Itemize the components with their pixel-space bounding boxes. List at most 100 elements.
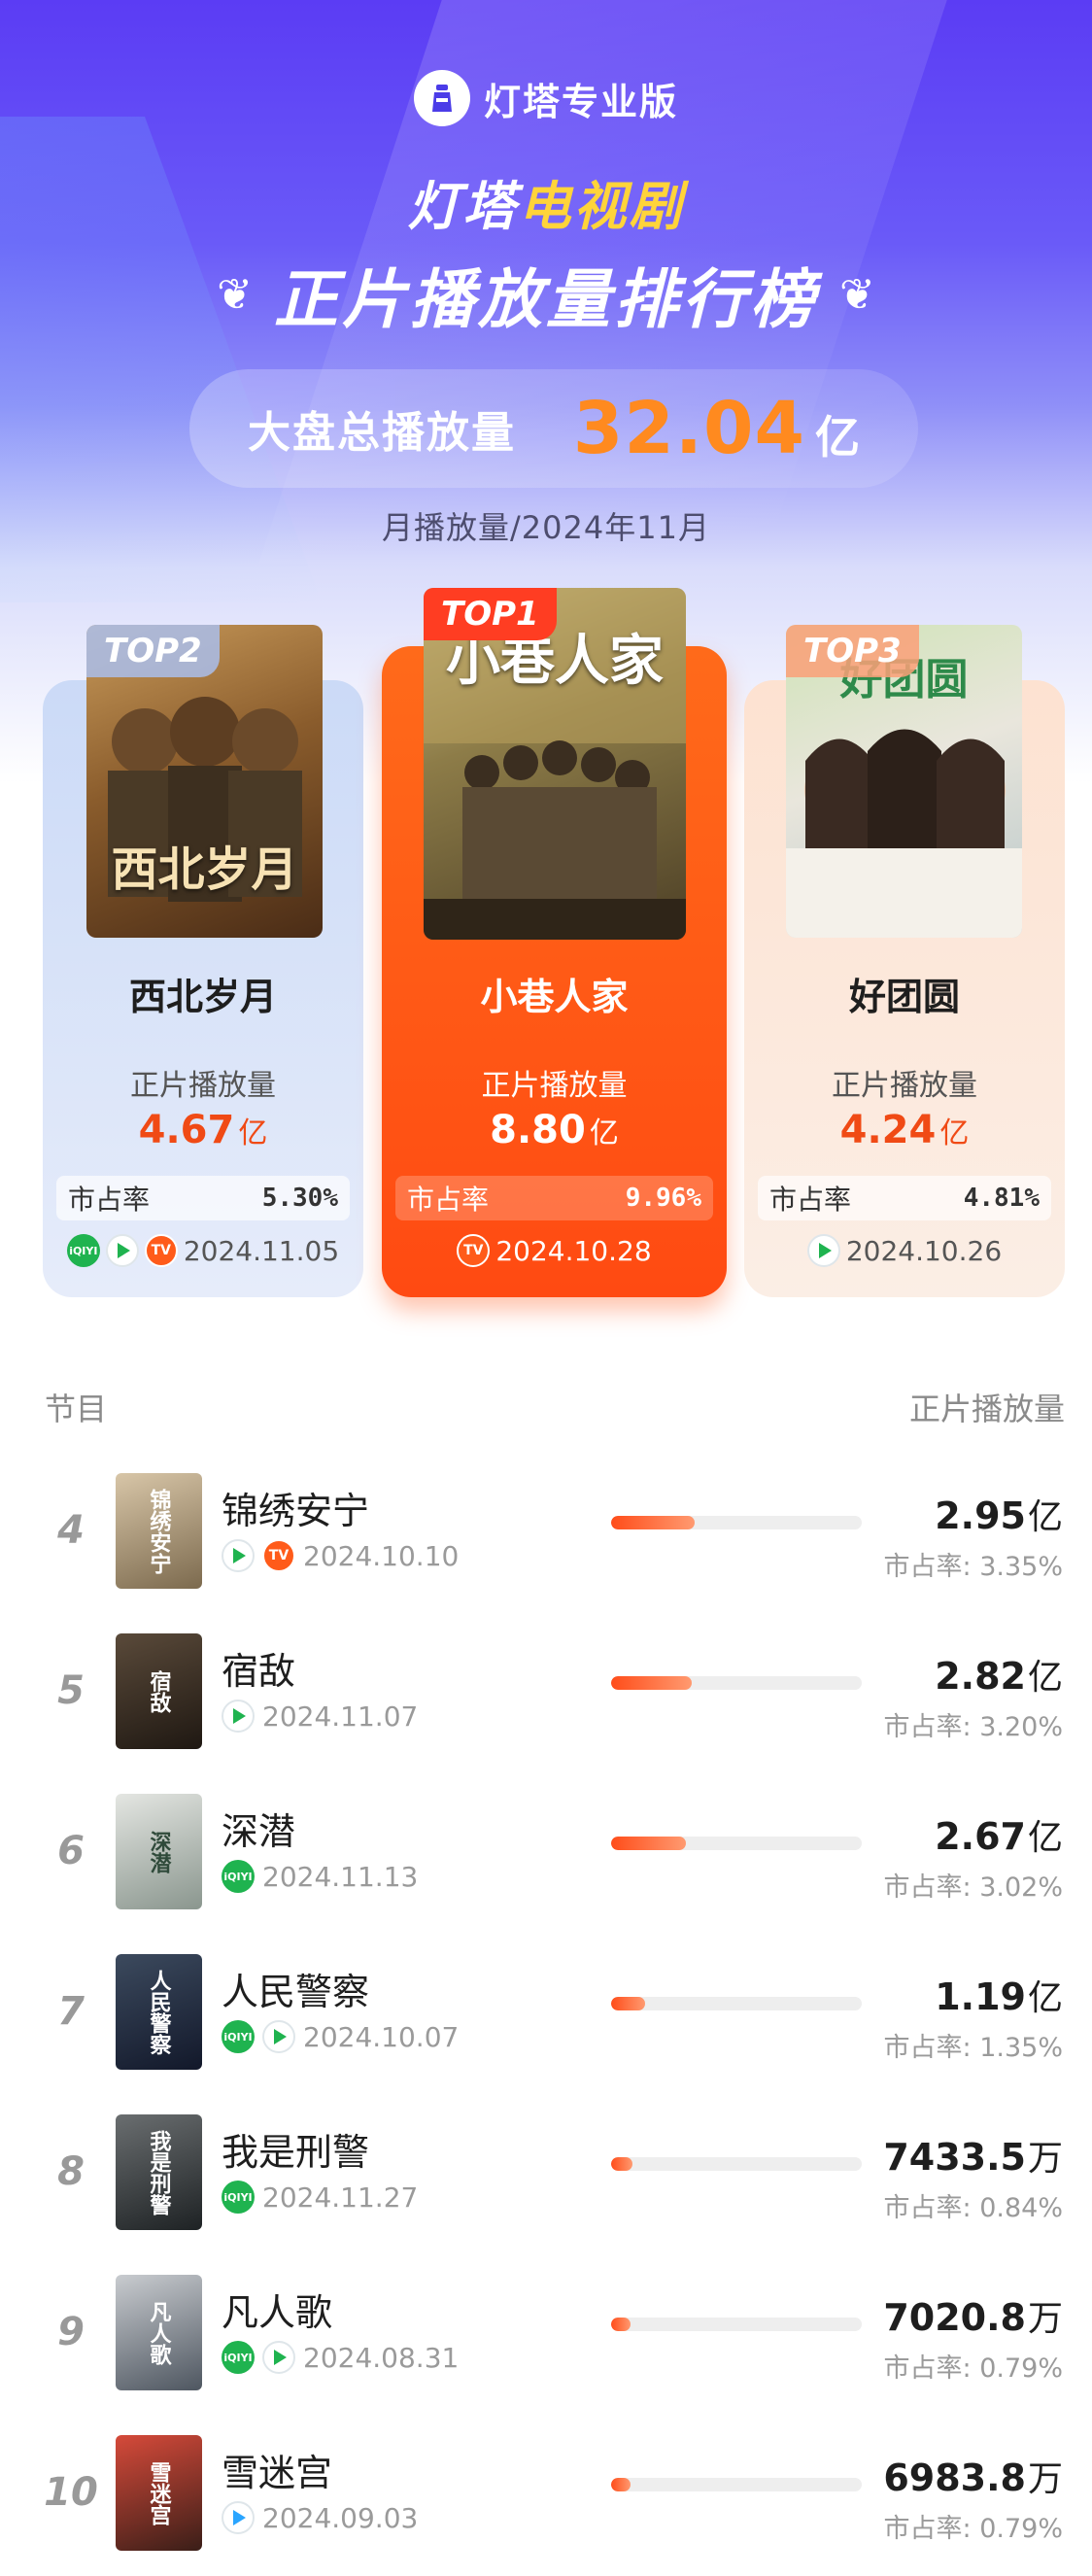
laurel-right-icon: ❦	[839, 269, 875, 320]
platform-date-row: iQIYI 2024.08.31	[222, 2341, 459, 2374]
ranking-list: 4 锦绣安宁 锦绣安宁 TV 2024.10.10 2.95 亿 市占率: 3.3…	[0, 1460, 1092, 2576]
page-title-line1: 灯塔电视剧	[0, 163, 1092, 240]
market-share-row: 市占率 5.30%	[56, 1176, 350, 1220]
share-bar-fill	[611, 1997, 645, 2010]
platform-date-row: iQIYI 2024.11.13	[222, 1860, 418, 1893]
play-value: 2.82 亿	[935, 1649, 1063, 1700]
rank-badge: TOP2	[86, 625, 220, 677]
rank-number: 9	[57, 2310, 85, 2354]
platform-date-row: iQIYI 2024.10.07	[222, 2020, 459, 2053]
release-date: 2024.11.13	[262, 1860, 419, 1893]
mgtv-icon: TV	[457, 1234, 491, 1267]
poster-thumbnail: 雪迷宫	[116, 2435, 202, 2551]
brand-name: 灯塔专业版	[483, 80, 678, 123]
release-date: 2024.10.10	[303, 1539, 460, 1572]
period-subtitle: 月播放量/2024年11月	[382, 509, 710, 546]
share-bar	[611, 1516, 862, 1529]
iqiyi-icon: iQIYI	[222, 2020, 255, 2053]
play-unit: 亿	[1027, 1658, 1063, 1698]
platform-date-row: 2024.11.07	[222, 1700, 418, 1733]
platform-date-row: TV 2024.10.28	[382, 1234, 727, 1267]
poster-title: 西北岁月	[111, 842, 298, 897]
release-date: 2024.08.31	[303, 2341, 460, 2374]
tencent-video-icon	[262, 2020, 295, 2053]
thumb-title: 锦绣安宁	[146, 1488, 172, 1574]
mgtv-icon: TV	[144, 1234, 178, 1267]
play-unit: 万	[1027, 2299, 1063, 2339]
play-unit: 万	[1027, 2139, 1063, 2179]
list-row[interactable]: 6 深潜 深潜 iQIYI 2024.11.13 2.67 亿 市占率: 3.02…	[0, 1780, 1092, 1941]
tencent-video-icon	[222, 1700, 255, 1733]
release-date: 2024.11.05	[183, 1234, 340, 1267]
show-name: 好团圆	[848, 976, 960, 1018]
rank-number: 10	[44, 2470, 98, 2515]
list-row[interactable]: 5 宿敌 宿敌 2024.11.07 2.82 亿 市占率: 3.20%	[0, 1620, 1092, 1780]
top-card-3[interactable]: 好团圆 TOP3 好团圆 正片播放量 4.24 亿 市占率 4.81% 2024…	[744, 625, 1065, 1297]
play-value: 4.24 亿	[744, 1108, 1065, 1152]
play-number: 8.80	[490, 1108, 586, 1152]
play-unit: 亿	[1027, 1978, 1063, 2018]
show-name: 雪迷宫	[222, 2452, 333, 2494]
brand: 灯塔专业版	[0, 70, 1092, 126]
show-name: 小巷人家	[480, 976, 629, 1018]
market-share-row: 市占率 9.96%	[395, 1176, 713, 1220]
iqiyi-icon: iQIYI	[66, 1234, 100, 1267]
share-bar	[611, 1676, 862, 1690]
list-row[interactable]: 4 锦绣安宁 锦绣安宁 TV 2024.10.10 2.95 亿 市占率: 3.3…	[0, 1460, 1092, 1620]
poster-thumbnail: 人民警察	[116, 1954, 202, 2070]
play-number: 6983.8	[883, 2456, 1026, 2499]
market-share-value: 9.96%	[625, 1184, 701, 1213]
show-name: 西北岁月	[128, 976, 277, 1018]
rank-number: 4	[57, 1508, 85, 1553]
title-part: 灯塔	[407, 176, 519, 237]
total-plays-number: 32.04	[572, 387, 805, 470]
list-row[interactable]: 7 人民警察 人民警察 iQIYI 2024.10.07 1.19 亿 市占率: …	[0, 1941, 1092, 2101]
list-header: 节目 正片播放量	[45, 1385, 1065, 1429]
play-value: 6983.8 万	[883, 2451, 1063, 2501]
tencent-video-icon	[806, 1234, 840, 1267]
poster-thumbnail: 深潜	[116, 1794, 202, 1909]
share-bar	[611, 1997, 862, 2010]
play-number: 4.67	[138, 1108, 235, 1152]
list-row[interactable]: 10 雪迷宫 雪迷宫 2024.09.03 6983.8 万 市占率: 0.79%	[0, 2421, 1092, 2576]
metric-label: 正片播放量	[130, 1069, 276, 1103]
top-card-1[interactable]: 小巷人家 TOP1 小巷人家 正片播放量 8.80 亿 市占率 9.96% TV…	[382, 588, 727, 1297]
show-name: 我是刑警	[222, 2131, 370, 2174]
market-share-value: 5.30%	[261, 1184, 338, 1213]
tencent-video-icon	[105, 1234, 139, 1267]
metric-label: 正片播放量	[832, 1069, 977, 1103]
share-bar-fill	[611, 1676, 692, 1690]
total-plays-value: 32.04 亿	[573, 387, 860, 470]
play-number: 7433.5	[883, 2136, 1026, 2179]
play-unit: 亿	[589, 1116, 619, 1151]
poster-thumbnail: 宿敌	[116, 1633, 202, 1749]
share-bar	[611, 2157, 862, 2171]
total-plays-unit: 亿	[815, 411, 860, 464]
share-bar-fill	[611, 1516, 696, 1529]
release-date: 2024.11.27	[262, 2181, 419, 2214]
play-unit: 亿	[238, 1116, 268, 1151]
column-program: 节目	[45, 1391, 108, 1427]
platform-date-row: iQIYI 2024.11.27	[222, 2181, 418, 2214]
platform-date-row: TV 2024.10.10	[222, 1539, 459, 1572]
market-share-label: 市占率	[68, 1184, 151, 1216]
top-card-2[interactable]: 西北岁月 TOP2 西北岁月 正片播放量 4.67 亿 市占率 5.30% iQ…	[43, 625, 363, 1297]
tencent-video-icon	[262, 2341, 295, 2374]
show-name: 宿敌	[222, 1650, 296, 1693]
market-share: 市占率: 3.20%	[883, 1712, 1063, 1742]
play-number: 2.82	[935, 1655, 1026, 1698]
release-date: 2024.10.28	[495, 1234, 652, 1267]
show-name: 凡人歌	[222, 2291, 333, 2334]
platform-date-row: 2024.09.03	[222, 2501, 418, 2534]
play-unit: 亿	[1027, 1818, 1063, 1858]
show-name: 锦绣安宁	[222, 1490, 370, 1532]
show-name: 深潜	[222, 1810, 296, 1853]
thumb-title: 我是刑警	[146, 2129, 172, 2215]
play-value: 4.67 亿	[43, 1108, 363, 1152]
market-share: 市占率: 0.79%	[883, 2514, 1063, 2544]
rank-badge: TOP3	[786, 625, 919, 677]
release-date: 2024.09.03	[262, 2501, 419, 2534]
play-number: 1.19	[935, 1975, 1026, 2018]
list-row[interactable]: 9 凡人歌 凡人歌 iQIYI 2024.08.31 7020.8 万 市占率: …	[0, 2261, 1092, 2421]
list-row[interactable]: 8 我是刑警 我是刑警 iQIYI 2024.11.27 7433.5 万 市占率…	[0, 2101, 1092, 2261]
